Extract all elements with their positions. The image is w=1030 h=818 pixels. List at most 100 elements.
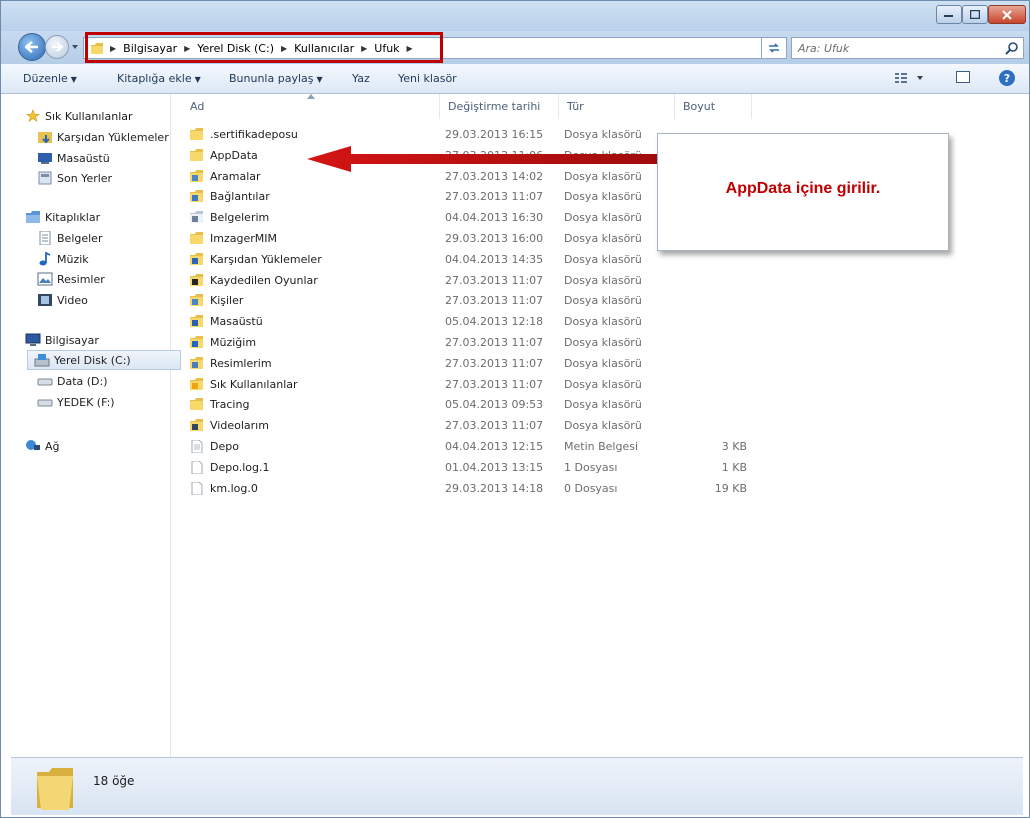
close-button[interactable] xyxy=(988,5,1026,24)
burn-button[interactable]: Yaz xyxy=(352,72,370,85)
sidebar-item-downloads[interactable]: Karşıdan Yüklemeler xyxy=(37,127,169,147)
sidebar-item-libraries[interactable]: Kitaplıklar xyxy=(25,207,100,227)
file-name: Aramalar xyxy=(210,169,261,183)
file-date: 01.04.2013 13:15 xyxy=(445,460,544,474)
maximize-button[interactable] xyxy=(962,5,988,24)
file-type: Dosya klasörü xyxy=(564,211,642,225)
folder-icon xyxy=(190,398,203,411)
back-button[interactable] xyxy=(18,33,46,61)
documents-folder-icon xyxy=(190,211,203,224)
file-row[interactable]: km.log.0 29.03.2013 14:18 0 Dosyası 19 KB xyxy=(190,479,770,499)
column-header-type[interactable]: Tür xyxy=(559,94,675,119)
sort-ascending-icon xyxy=(307,94,315,99)
desktop-icon xyxy=(38,153,52,164)
preview-pane-button[interactable] xyxy=(956,71,970,83)
file-date: 04.04.2013 14:35 xyxy=(445,252,544,266)
sidebar-item-videos[interactable]: Video xyxy=(37,290,88,310)
breadcrumb-local-disk[interactable]: Yerel Disk (C:) xyxy=(192,42,279,55)
help-icon[interactable]: ? xyxy=(999,70,1015,86)
sidebar-item-label: YEDEK (F:) xyxy=(57,395,115,409)
file-date: 27.03.2013 11:07 xyxy=(445,356,544,370)
file-type: Dosya klasörü xyxy=(564,252,642,266)
search-icon xyxy=(1005,42,1018,55)
file-row[interactable]: Kişiler 27.03.2013 11:07 Dosya klasörü xyxy=(190,291,770,311)
column-header-size[interactable]: Boyut xyxy=(675,94,752,119)
file-row[interactable]: Karşıdan Yüklemeler 04.04.2013 14:35 Dosya… xyxy=(190,250,770,270)
file-type: Dosya klasörü xyxy=(564,315,642,329)
breadcrumb-separator-icon[interactable]: ▶ xyxy=(359,44,369,53)
sidebar-item-documents[interactable]: Belgeler xyxy=(37,228,102,248)
file-date: 29.03.2013 16:00 xyxy=(445,232,544,245)
explorer-window: ▶ Bilgisayar ▶ Yerel Disk (C:) ▶ Kullanı… xyxy=(0,0,1030,818)
include-in-library-menu[interactable]: Kitaplığa ekle ▼ xyxy=(117,72,201,85)
sidebar-item-computer[interactable]: Bilgisayar xyxy=(25,330,99,350)
new-folder-button[interactable]: Yeni klasör xyxy=(398,72,457,85)
address-bar[interactable]: ▶ Bilgisayar ▶ Yerel Disk (C:) ▶ Kullanı… xyxy=(83,37,830,59)
recent-pages-dropdown-icon[interactable] xyxy=(71,43,79,51)
file-size: 1 KB xyxy=(721,460,747,474)
status-bar: 18 öğe xyxy=(11,757,1023,815)
breadcrumb-separator-icon[interactable]: ▶ xyxy=(182,44,192,53)
file-row[interactable]: Videolarım 27.03.2013 11:07 Dosya klasörü xyxy=(190,416,770,436)
sidebar-item-local-disk-c[interactable]: Yerel Disk (C:) xyxy=(27,350,181,370)
pictures-folder-icon xyxy=(190,356,203,369)
sidebar-item-network[interactable]: Ağ xyxy=(25,436,60,456)
system-drive-icon xyxy=(34,354,50,367)
file-row[interactable]: Müziğim 27.03.2013 11:07 Dosya klasörü xyxy=(190,333,770,353)
downloads-folder-icon xyxy=(190,252,203,265)
sidebar-item-pictures[interactable]: Resimler xyxy=(37,269,105,289)
sidebar-item-music[interactable]: Müzik xyxy=(37,249,89,269)
sidebar-item-yedek-f[interactable]: YEDEK (F:) xyxy=(37,392,115,412)
file-icon xyxy=(191,460,203,474)
breadcrumb-computer[interactable]: Bilgisayar xyxy=(118,42,182,55)
file-row[interactable]: Depo 04.04.2013 12:15 Metin Belgesi 3 KB xyxy=(190,437,770,457)
refresh-button[interactable] xyxy=(761,37,787,59)
file-type: Dosya klasörü xyxy=(564,356,642,370)
drive-icon xyxy=(37,378,53,386)
breadcrumb-separator-icon[interactable]: ▶ xyxy=(405,44,415,53)
column-name-label: Ad xyxy=(190,100,205,113)
file-date: 27.03.2013 11:07 xyxy=(445,294,544,308)
sidebar-item-label: Masaüstü xyxy=(57,151,110,165)
file-date: 04.04.2013 12:15 xyxy=(445,440,544,453)
file-row[interactable]: Depo.log.1 01.04.2013 13:15 1 Dosyası 1 KB xyxy=(190,458,770,478)
back-arrow-icon xyxy=(25,41,38,53)
breadcrumb-separator-icon[interactable]: ▶ xyxy=(279,44,289,53)
sidebar-item-favorites[interactable]: Sık Kullanılanlar xyxy=(25,106,133,126)
breadcrumb-ufuk[interactable]: Ufuk xyxy=(369,42,404,55)
command-bar: Düzenle ▼ Kitaplığa ekle ▼ Bununla paylaş ▼… xyxy=(1,64,1029,94)
search-input[interactable]: Ara: Ufuk xyxy=(791,37,1024,59)
file-name: Resimlerim xyxy=(210,356,272,370)
documents-icon xyxy=(39,231,51,245)
folder-icon xyxy=(190,148,203,161)
share-with-menu[interactable]: Bununla paylaş ▼ xyxy=(229,72,323,85)
favorites-folder-icon xyxy=(190,377,203,390)
file-row[interactable]: Sık Kullanılanlar 27.03.2013 11:07 Dosya k… xyxy=(190,375,770,395)
sidebar-item-label: Müzik xyxy=(57,252,89,266)
text-file-icon xyxy=(191,440,203,453)
breadcrumb-separator-icon[interactable]: ▶ xyxy=(108,44,118,53)
organize-menu[interactable]: Düzenle ▼ xyxy=(23,72,77,85)
saved-games-folder-icon xyxy=(190,273,203,286)
file-icon xyxy=(191,481,203,495)
file-row[interactable]: Resimlerim 27.03.2013 11:07 Dosya klasörü xyxy=(190,354,770,374)
minimize-button[interactable] xyxy=(936,5,962,24)
annotation-arrow xyxy=(307,146,667,172)
sidebar-item-recent-places[interactable]: Son Yerler xyxy=(37,168,112,188)
file-name: AppData xyxy=(210,148,258,162)
column-header-date[interactable]: Değiştirme tarihi xyxy=(440,94,559,119)
sidebar-item-desktop[interactable]: Masaüstü xyxy=(37,148,110,168)
file-type: Dosya klasörü xyxy=(564,128,642,141)
file-size: 19 KB xyxy=(714,481,747,495)
file-row[interactable]: Tracing 05.04.2013 09:53 Dosya klasörü xyxy=(190,395,770,415)
file-date: 05.04.2013 09:53 xyxy=(445,398,544,412)
breadcrumb-users[interactable]: Kullanıcılar xyxy=(289,42,359,55)
sidebar-item-data-d[interactable]: Data (D:) xyxy=(37,371,108,391)
sidebar-libraries-label: Kitaplıklar xyxy=(45,210,101,224)
change-view-button[interactable] xyxy=(895,72,925,87)
forward-button[interactable] xyxy=(45,35,69,59)
annotation-callout: AppData içine girilir. xyxy=(657,133,949,251)
file-row[interactable]: Masaüstü 05.04.2013 12:18 Dosya klasörü xyxy=(190,312,770,332)
sidebar-item-label: Karşıdan Yüklemeler xyxy=(57,130,169,144)
file-row[interactable]: Kaydedilen Oyunlar 27.03.2013 11:07 Dosya … xyxy=(190,271,770,291)
